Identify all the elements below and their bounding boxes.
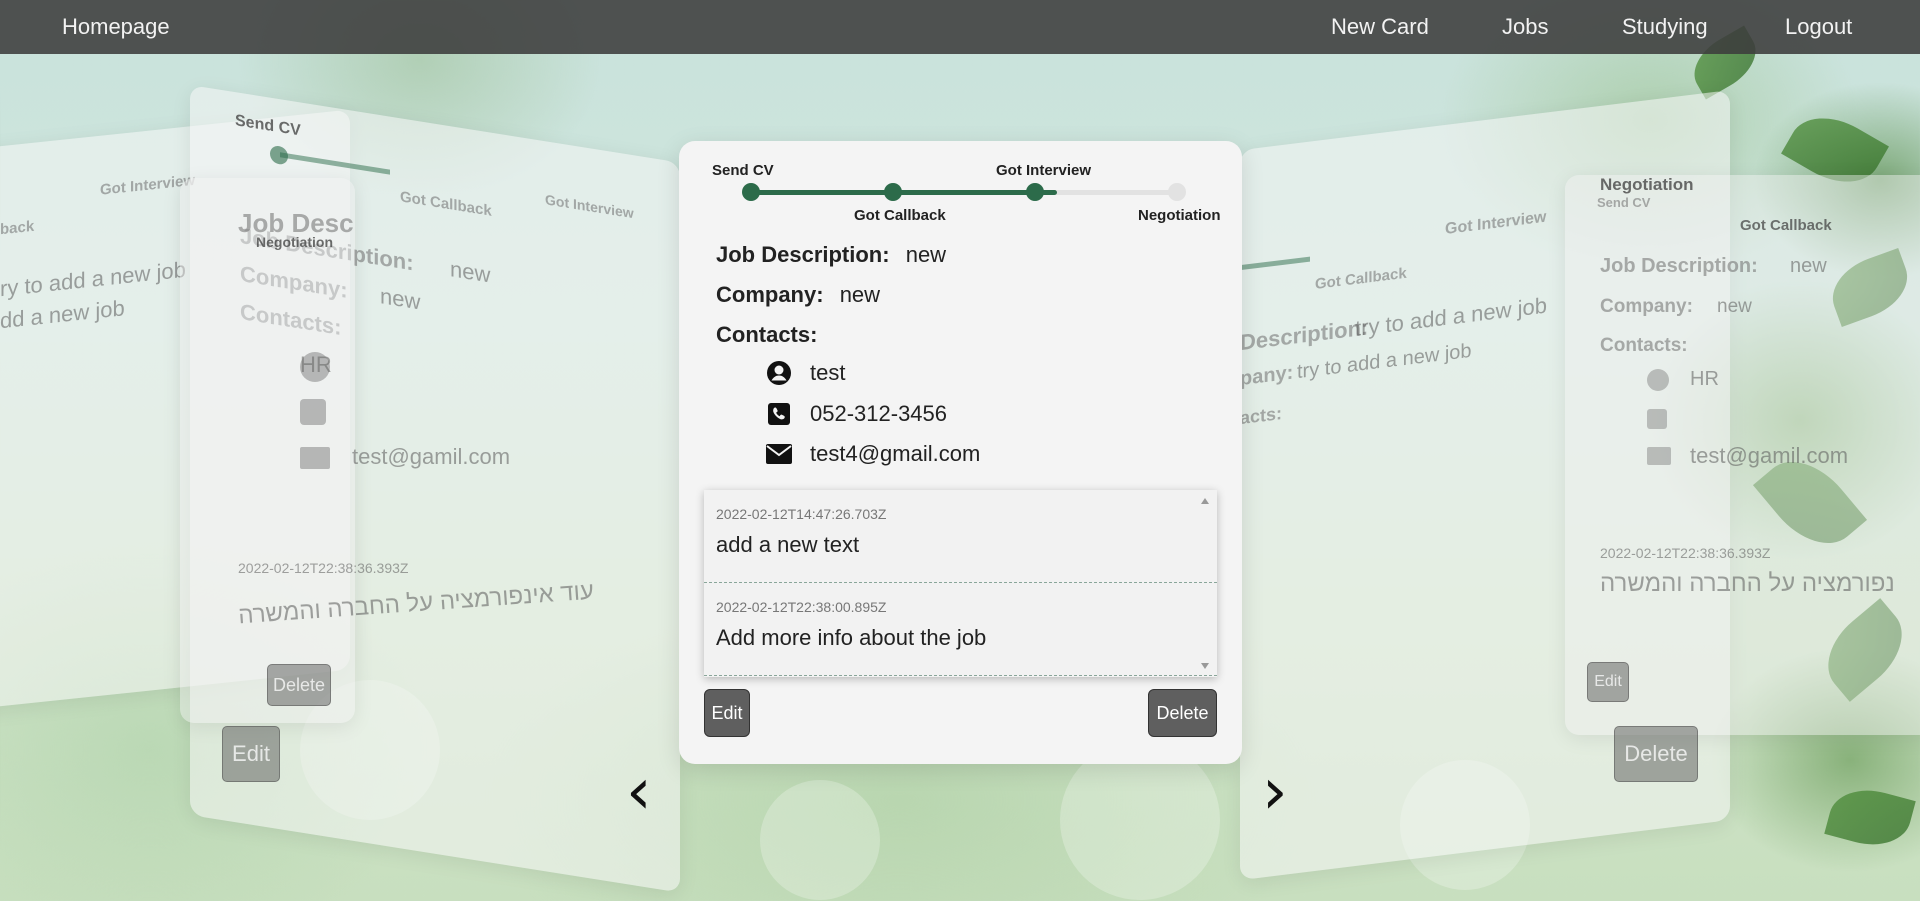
contact-email: test4@gmail.com bbox=[810, 441, 981, 466]
contact-name: test bbox=[810, 360, 846, 385]
note-date: 2022-02-12T22:38:00.895Z bbox=[716, 599, 887, 615]
user-circle-icon bbox=[766, 360, 792, 386]
far-right-note-date: 2022-02-12T22:38:36.393Z bbox=[1600, 545, 1771, 561]
stage-dot-send-cv[interactable] bbox=[742, 183, 760, 201]
left-edit-button[interactable]: Edit bbox=[222, 726, 280, 782]
far-right-stage-label: Got Callback bbox=[1740, 217, 1832, 234]
edit-button[interactable]: Edit bbox=[704, 689, 750, 737]
left-email-icon bbox=[300, 447, 330, 469]
far-right-email-icon bbox=[1647, 447, 1671, 465]
contact-name-row: test bbox=[766, 360, 845, 386]
left-contact-email: test@gamil.com bbox=[352, 444, 511, 469]
bokeh-light bbox=[1060, 740, 1220, 900]
far-right-note-text: נפורמציה על החברה והמשרה bbox=[1600, 570, 1895, 597]
contact-email-row: test4@gmail.com bbox=[766, 441, 980, 467]
far-right-contacts-label: Contacts: bbox=[1600, 335, 1688, 356]
left-stage-label: Got Interview bbox=[545, 191, 634, 222]
far-right-delete-button[interactable]: Delete bbox=[1614, 726, 1698, 782]
left-stage-label: Send CV bbox=[235, 112, 301, 140]
stage-track-progress bbox=[751, 190, 1057, 195]
nav-homepage-link[interactable]: Homepage bbox=[62, 14, 170, 40]
left-delete-button[interactable]: Delete bbox=[267, 664, 331, 706]
note-text: Add more info about the job bbox=[716, 625, 987, 650]
scroll-down-arrow-icon[interactable] bbox=[1201, 663, 1209, 669]
right-job-description: try to add a new job bbox=[1355, 292, 1548, 342]
stage-label-send-cv: Send CV bbox=[712, 162, 774, 179]
right-company-label: pany: bbox=[1240, 361, 1294, 391]
contact-phone-row: 052-312-3456 bbox=[766, 401, 947, 427]
notes-list[interactable]: 2022-02-12T14:47:26.703Z add a new text … bbox=[704, 490, 1217, 677]
left-note-date: 2022-02-12T22:38:36.393Z bbox=[238, 560, 409, 576]
note-date: 2022-02-12T14:47:26.703Z bbox=[716, 506, 887, 522]
far-left-stage-label: back bbox=[0, 217, 35, 239]
far-right-contact-name: HR bbox=[1690, 368, 1719, 390]
left-stage-progress bbox=[280, 152, 390, 175]
far-left-text: dd a new job bbox=[0, 295, 125, 334]
far-right-user-icon bbox=[1647, 369, 1669, 391]
top-navbar: Homepage New Card Jobs Studying Logout bbox=[0, 0, 1920, 54]
left-job-description-label: Job Description: bbox=[238, 208, 355, 238]
stage-dot-negotiation[interactable] bbox=[1168, 183, 1186, 201]
left-stage-dot bbox=[270, 144, 288, 166]
nav-new-card-link[interactable]: New Card bbox=[1331, 14, 1429, 40]
far-left-text: ry to add a new job bbox=[0, 256, 186, 302]
far-right-edit-button[interactable]: Edit bbox=[1587, 662, 1629, 702]
far-right-job-card[interactable]: Negotiation Send CV Got Callback Job Des… bbox=[1565, 175, 1920, 735]
contacts-label: Contacts: bbox=[716, 322, 818, 347]
job-description-label: Job Description: bbox=[716, 242, 890, 267]
nav-studying-link[interactable]: Studying bbox=[1622, 14, 1708, 40]
company-label: Company: bbox=[716, 282, 824, 307]
right-job-description-label: Description: bbox=[1240, 314, 1369, 356]
carousel-prev-chevron-icon[interactable]: ‹ bbox=[626, 760, 652, 824]
far-right-job-description: new bbox=[1790, 255, 1827, 277]
far-right-company: new bbox=[1717, 296, 1752, 317]
company-value: new bbox=[839, 282, 881, 307]
right-company: try to add a new job bbox=[1297, 339, 1472, 384]
right-stage-progress bbox=[1240, 256, 1310, 271]
scroll-up-arrow-icon[interactable] bbox=[1201, 498, 1209, 504]
far-right-phone-icon bbox=[1647, 409, 1667, 429]
stage-dot-got-callback[interactable] bbox=[884, 183, 902, 201]
left-stage-label: Got Callback bbox=[400, 188, 492, 220]
far-right-contact-email: test@gamil.com bbox=[1690, 443, 1849, 468]
right-stage-label: Got Callback bbox=[1315, 264, 1407, 293]
job-description-value: new bbox=[905, 242, 947, 267]
left-job-description: new bbox=[450, 256, 491, 288]
contact-phone: 052-312-3456 bbox=[810, 401, 948, 426]
left-user-icon bbox=[300, 352, 330, 382]
far-right-stage-label: Send CV bbox=[1597, 195, 1651, 210]
note-item[interactable]: 2022-02-12T14:47:26.703Z add a new text bbox=[704, 490, 1217, 583]
stage-dot-got-interview[interactable] bbox=[1026, 183, 1044, 201]
envelope-icon bbox=[766, 441, 792, 467]
far-right-company-label: Company: bbox=[1600, 296, 1693, 317]
note-text: add a new text bbox=[716, 532, 860, 557]
right-contacts-label: acts: bbox=[1240, 403, 1283, 429]
carousel-next-chevron-icon[interactable]: › bbox=[1262, 760, 1288, 824]
nav-logout-link[interactable]: Logout bbox=[1785, 14, 1852, 40]
stage-label-got-callback: Got Callback bbox=[854, 207, 946, 224]
delete-button[interactable]: Delete bbox=[1148, 689, 1217, 737]
note-item[interactable]: 2022-02-12T22:38:00.895Z Add more info a… bbox=[704, 583, 1217, 676]
job-description-row: Job Description: new bbox=[716, 242, 946, 268]
stage-label-got-interview: Got Interview bbox=[996, 162, 1092, 179]
stage-label-negotiation: Negotiation bbox=[1138, 207, 1221, 224]
far-right-stage-label: Negotiation bbox=[1600, 175, 1694, 194]
left-phone-icon bbox=[300, 399, 326, 425]
far-right-job-description-label: Job Description: bbox=[1600, 255, 1758, 277]
right-stage-label: Got Interview bbox=[1445, 208, 1547, 238]
phone-icon bbox=[766, 401, 792, 427]
leaf-decoration bbox=[1824, 780, 1916, 855]
bokeh-light bbox=[760, 780, 880, 900]
nav-jobs-link[interactable]: Jobs bbox=[1502, 14, 1548, 40]
company-row: Company: new bbox=[716, 282, 880, 308]
left-company: new bbox=[380, 283, 421, 315]
contacts-row: Contacts: bbox=[716, 322, 817, 348]
job-card: Send CV Got Callback Got Interview Negot… bbox=[679, 141, 1242, 764]
